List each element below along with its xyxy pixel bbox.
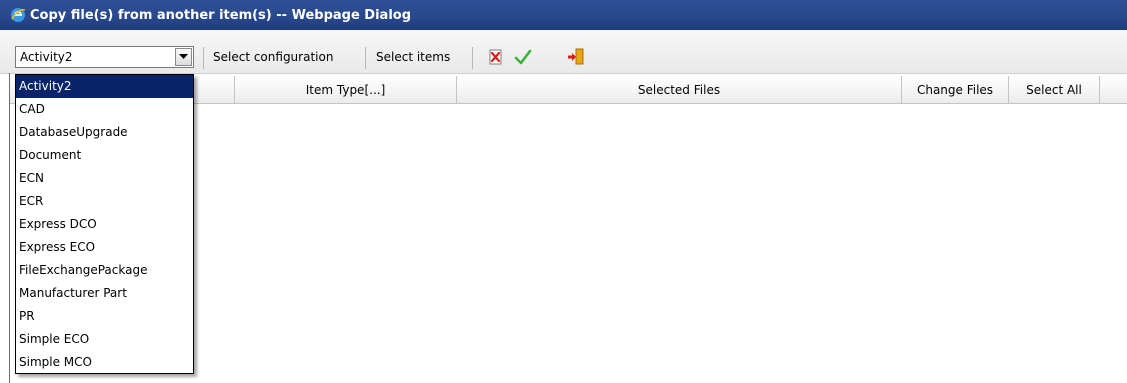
clear-icon[interactable] — [487, 48, 505, 66]
dropdown-option[interactable]: FileExchangePackage — [16, 259, 193, 282]
dropdown-option[interactable]: DatabaseUpgrade — [16, 121, 193, 144]
checkmark-icon[interactable] — [514, 48, 532, 66]
dropdown-option[interactable]: Activity2 — [16, 75, 193, 98]
column-header-select-all[interactable]: Select All — [1009, 76, 1100, 103]
dropdown-option[interactable]: PR — [16, 305, 193, 328]
toolbar-separator — [365, 47, 366, 69]
dropdown-option[interactable]: Express ECO — [16, 236, 193, 259]
frame-border — [9, 73, 10, 383]
item-type-dropdown-list: Activity2 CAD DatabaseUpgrade Document E… — [15, 74, 194, 374]
dialog-title: Copy file(s) from another item(s) -- Web… — [30, 7, 412, 23]
select-items-button[interactable]: Select items — [376, 50, 450, 64]
toolbar-separator — [472, 47, 473, 69]
dropdown-option[interactable]: Manufacturer Part — [16, 282, 193, 305]
select-configuration-button[interactable]: Select configuration — [213, 50, 333, 64]
item-type-select[interactable]: Activity2 — [15, 46, 194, 68]
dropdown-option[interactable]: CAD — [16, 98, 193, 121]
item-type-select-value: Activity2 — [20, 50, 73, 64]
exit-icon[interactable] — [567, 48, 585, 66]
dropdown-option[interactable]: Simple ECO — [16, 328, 193, 351]
column-header-selected-files[interactable]: Selected Files — [457, 76, 902, 103]
dialog-title-bar: Copy file(s) from another item(s) -- Web… — [0, 0, 1127, 30]
column-header-change-files[interactable]: Change Files — [902, 76, 1009, 103]
dropdown-button[interactable] — [175, 48, 192, 66]
toolbar-separator — [203, 47, 204, 69]
dropdown-option[interactable]: ECR — [16, 190, 193, 213]
column-header-item-type[interactable]: Item Type[...] — [235, 76, 457, 103]
dropdown-option[interactable]: ECN — [16, 167, 193, 190]
dropdown-option[interactable]: Simple MCO — [16, 351, 193, 374]
internet-explorer-icon — [11, 8, 26, 22]
chevron-down-icon — [179, 54, 188, 59]
dropdown-option[interactable]: Document — [16, 144, 193, 167]
toolbar: Activity2 Select configuration Select it… — [0, 30, 1127, 74]
dropdown-option[interactable]: Express DCO — [16, 213, 193, 236]
